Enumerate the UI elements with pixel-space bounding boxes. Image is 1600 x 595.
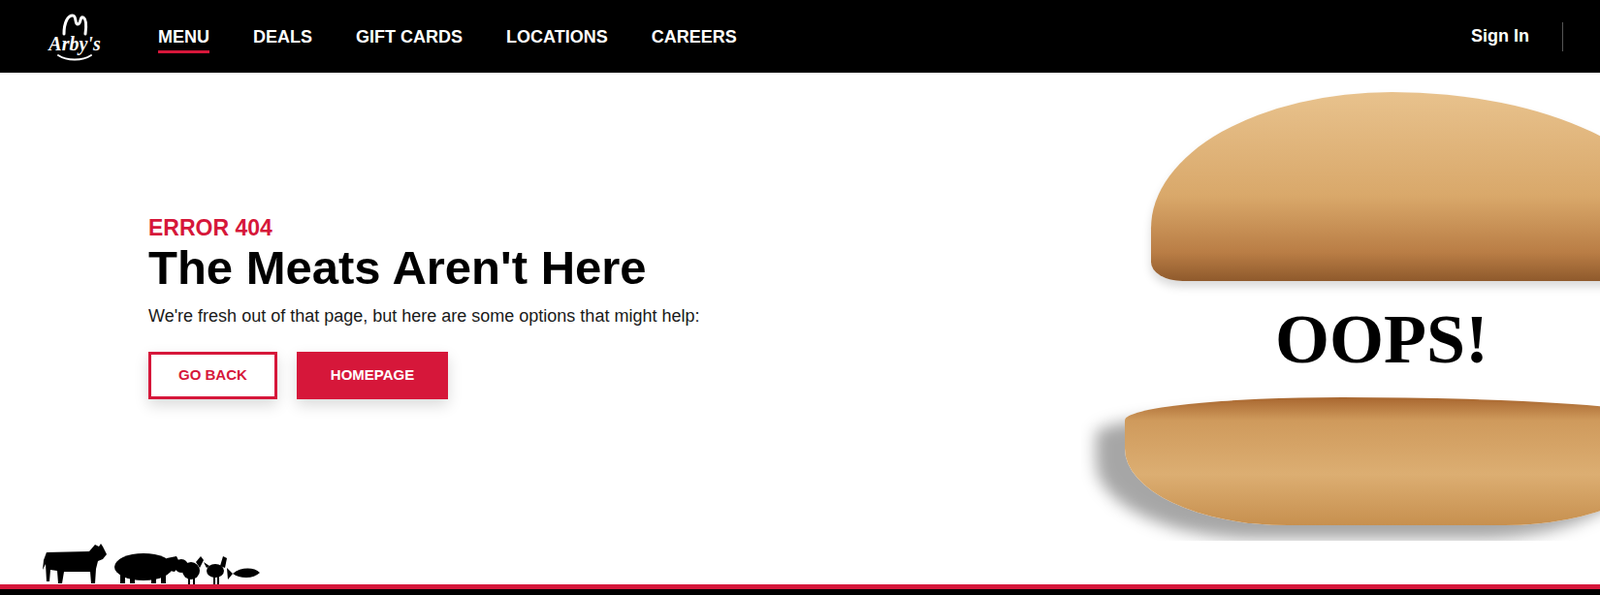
bottom-bun xyxy=(1124,397,1600,526)
nav-item[interactable]: DEALS xyxy=(253,25,313,54)
animals-icon xyxy=(42,541,266,585)
go-back-button[interactable]: GO BACK xyxy=(148,352,278,400)
header-divider xyxy=(1562,22,1564,52)
nav-item[interactable]: GIFT CARDS xyxy=(355,25,463,54)
top-bar: Arby's MENU DEALS GIFT CARDS LOCATIONS CAREE… xyxy=(0,0,1600,73)
footer-bar xyxy=(0,589,1600,595)
main-nav: MENU DEALS GIFT CARDS LOCATIONS CAREERS xyxy=(158,0,737,73)
error-message: We're fresh out of that page, but here a… xyxy=(148,304,1082,328)
top-bun xyxy=(1151,92,1600,282)
smile-icon xyxy=(55,53,95,62)
nav-item[interactable]: MENU xyxy=(158,25,210,54)
hat-icon xyxy=(60,12,90,36)
button-row: GO BACK HOMEPAGE xyxy=(148,352,1082,400)
arbys-logo[interactable]: Arby's xyxy=(42,12,107,62)
animal-strip xyxy=(0,541,1600,585)
error-title: The Meats Aren't Here xyxy=(148,240,1082,295)
bun-graphic: OOPS! xyxy=(1081,72,1600,542)
homepage-button[interactable]: HOMEPAGE xyxy=(296,352,448,400)
oops-text: OOPS! xyxy=(1275,300,1489,379)
sign-in-link[interactable]: Sign In xyxy=(1471,23,1530,50)
error-content: ERROR 404 The Meats Aren't Here We're fr… xyxy=(0,72,1082,542)
nav-item[interactable]: CAREERS xyxy=(651,25,737,54)
error-code: ERROR 404 xyxy=(148,214,1082,242)
nav-item[interactable]: LOCATIONS xyxy=(506,25,608,54)
